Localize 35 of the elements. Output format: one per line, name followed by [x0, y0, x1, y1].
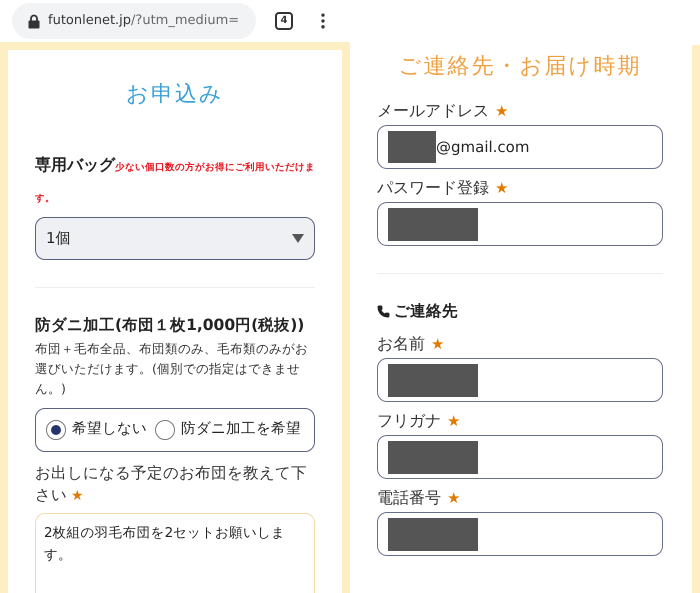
field-label: パスワード登録 — [377, 177, 489, 199]
required-mark: ★ — [447, 488, 460, 509]
input-field[interactable] — [377, 202, 663, 246]
mite-description: 布団＋毛布全品、布団類のみ、毛布類のみがお選びいただけます。(個別での指定はできません。) — [35, 340, 309, 398]
url-text: futonlenet.jp/?utm_medium= — [48, 12, 240, 30]
section-title: ご連絡先・お届け時期 — [398, 53, 642, 81]
required-mark: ★ — [447, 411, 460, 432]
required-mark: ★ — [431, 334, 444, 355]
textarea-field[interactable]: 2枚組の羽毛布団を2セットお願いします。 — [35, 513, 315, 593]
field-label: メールアドレス — [377, 100, 489, 122]
radio-button[interactable] — [155, 420, 175, 440]
required-mark: ★ — [495, 100, 508, 122]
required-mark: ★ — [495, 178, 508, 199]
field-label: お名前 — [377, 333, 425, 356]
quantity-select[interactable]: 1個 — [35, 217, 315, 260]
address-bar[interactable]: futonlenet.jp/?utm_medium= — [12, 3, 256, 39]
radio-button[interactable] — [46, 420, 66, 440]
radio-option[interactable]: 希望しない — [46, 419, 147, 442]
lock-icon — [28, 14, 40, 28]
dropdown-arrow-icon — [292, 234, 304, 243]
mite-heading: 防ダニ加工(布団１枚1,000円(税抜)) — [35, 315, 306, 336]
question-label: お出しになる予定のお布団を教えて下さい ★ — [35, 463, 308, 506]
contact-heading: ご連絡先 — [394, 301, 458, 322]
field-label: 電話番号 — [377, 487, 441, 510]
tab-count-button[interactable]: 4 — [275, 12, 293, 30]
field-label: フリガナ — [377, 410, 441, 432]
input-field[interactable] — [377, 512, 663, 556]
phone-icon — [377, 305, 390, 318]
section-title: お申込み — [125, 81, 225, 109]
input-field[interactable]: @gmail.com — [377, 125, 663, 169]
bag-heading: 専用バッグ少ない個口数の方がお得にご利用いただけます。 — [35, 154, 315, 206]
radio-option[interactable]: 防ダニ加工を希望 — [155, 419, 301, 442]
input-field[interactable] — [377, 435, 663, 480]
field-value: @gmail.com — [436, 136, 530, 158]
input-field[interactable] — [377, 358, 663, 402]
